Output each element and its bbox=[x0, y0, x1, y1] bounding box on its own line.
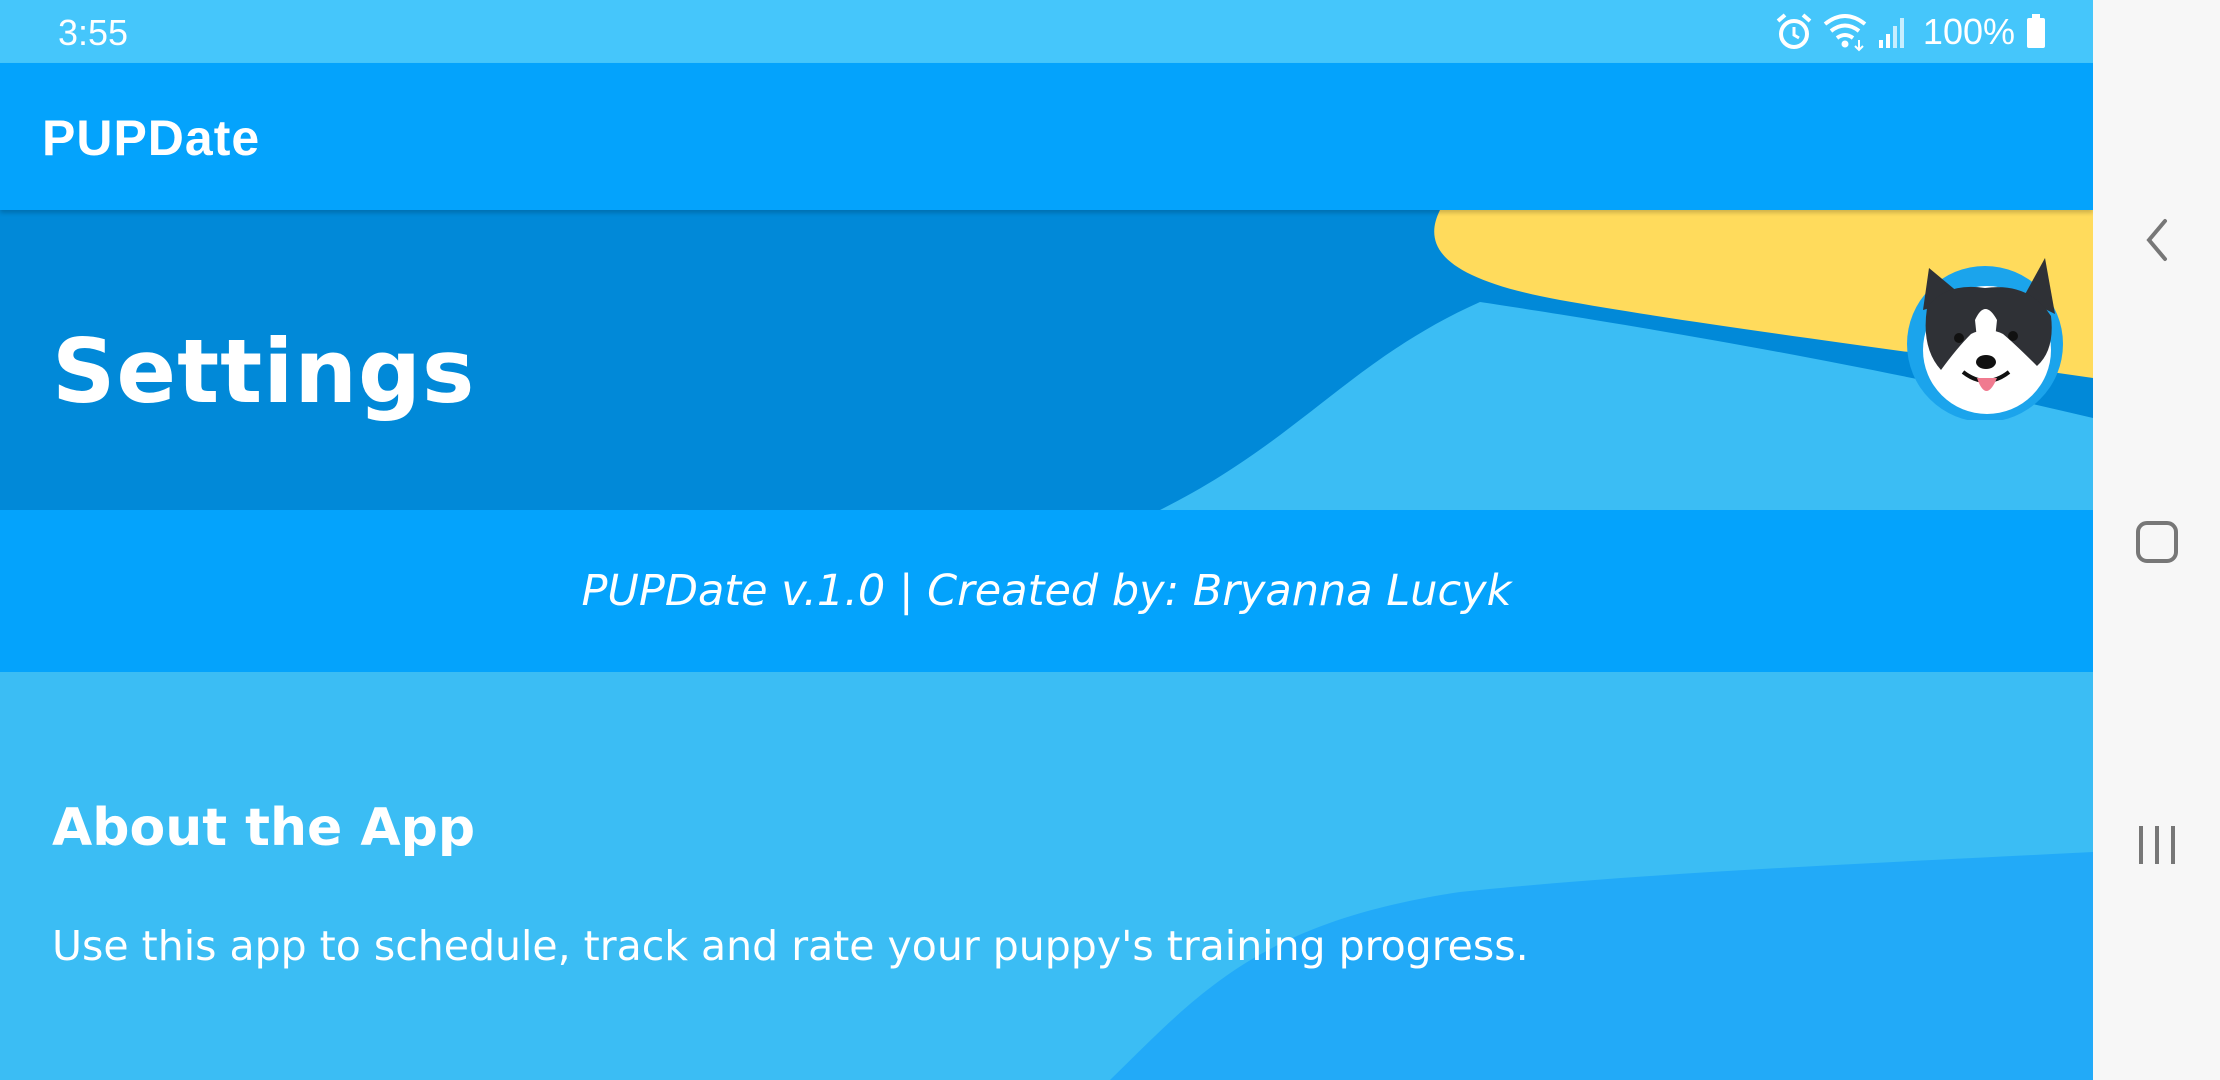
recents-icon bbox=[2138, 826, 2175, 864]
about-wave bbox=[1110, 852, 2093, 1080]
status-bar: 3:55 100% bbox=[0, 0, 2093, 63]
app-title: PUPDate bbox=[42, 110, 261, 166]
app-info-strip: PUPDate v.1.0 | Created by: Bryanna Lucy… bbox=[0, 510, 2093, 672]
app-bar: PUPDate bbox=[0, 63, 2093, 210]
status-icons: 100% bbox=[1775, 10, 2047, 54]
home-icon bbox=[2135, 521, 2178, 563]
battery-icon bbox=[2027, 14, 2045, 48]
battery-percentage: 100% bbox=[1922, 11, 2015, 52]
recents-button[interactable] bbox=[2093, 795, 2220, 895]
about-title: About the App bbox=[52, 798, 476, 858]
page-title: Settings bbox=[52, 320, 476, 423]
dog-avatar-icon bbox=[1907, 258, 2063, 420]
about-description: Use this app to schedule, track and rate… bbox=[52, 922, 1529, 970]
back-button[interactable] bbox=[2093, 190, 2220, 290]
app-screen: 3:55 100% PUPDate Settings PUPDate v.1.0… bbox=[0, 0, 2093, 1080]
home-button[interactable] bbox=[2093, 492, 2220, 592]
wifi-icon bbox=[1823, 14, 1867, 52]
signal-icon bbox=[1878, 18, 1904, 48]
settings-banner: Settings bbox=[0, 210, 2093, 510]
about-section: About the App Use this app to schedule, … bbox=[0, 672, 2093, 1080]
status-time: 3:55 bbox=[58, 12, 129, 53]
alarm-icon bbox=[1776, 13, 1812, 49]
back-icon bbox=[2145, 219, 2167, 261]
system-nav-bar bbox=[2093, 0, 2220, 1080]
version-credits: PUPDate v.1.0 | Created by: Bryanna Lucy… bbox=[581, 566, 1512, 616]
